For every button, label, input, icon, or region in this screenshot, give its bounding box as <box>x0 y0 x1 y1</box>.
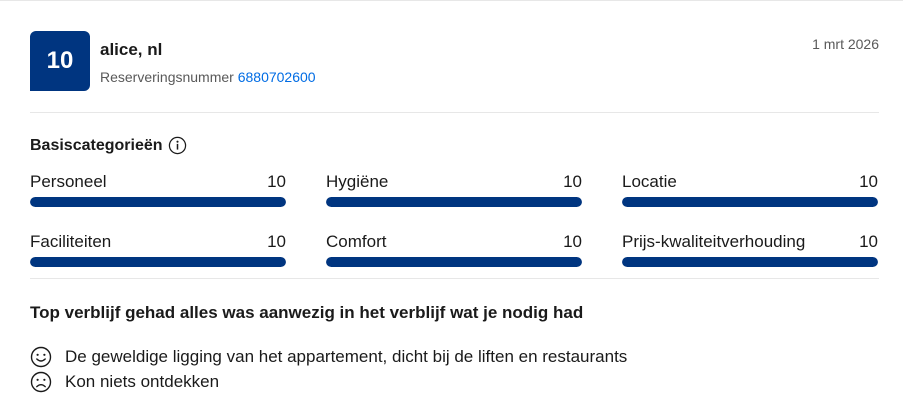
reviewer-name: alice, nl <box>100 40 163 59</box>
category-personeel: Personeel 10 <box>30 172 286 208</box>
frown-icon <box>30 371 52 393</box>
smile-icon <box>30 346 52 368</box>
booking-line: Reserveringsnummer 6880702600 <box>100 69 316 85</box>
categories-title-text: Basiscategorieën <box>30 136 163 154</box>
category-value: 10 <box>267 232 286 251</box>
category-bar-fill <box>326 197 582 207</box>
review-score-badge: 10 <box>30 31 90 91</box>
review-date: 1 mrt 2026 <box>812 36 879 52</box>
negative-text: Kon niets ontdekken <box>65 372 220 391</box>
category-value: 10 <box>267 172 286 191</box>
category-bar-fill <box>30 197 286 207</box>
category-label: Comfort <box>326 232 387 251</box>
category-locatie: Locatie 10 <box>622 172 878 208</box>
review-positive: De geweldige ligging van het appartement… <box>30 346 627 368</box>
category-value: 10 <box>563 232 582 251</box>
category-label: Personeel <box>30 172 107 191</box>
category-label: Prijs-kwaliteitverhouding <box>622 232 806 251</box>
category-faciliteiten: Faciliteiten 10 <box>30 232 286 268</box>
category-value: 10 <box>563 172 582 191</box>
category-bar <box>326 257 582 267</box>
booking-number-link[interactable]: 6880702600 <box>238 69 316 85</box>
category-bar <box>30 257 286 267</box>
category-value: 10 <box>859 232 878 251</box>
review-header: 10 alice, nl Reserveringsnummer 68807026… <box>30 31 879 93</box>
review-title: Top verblijf gehad alles was aanwezig in… <box>30 303 584 322</box>
review-card: 10 alice, nl Reserveringsnummer 68807026… <box>0 0 903 402</box>
booking-label: Reserveringsnummer <box>100 69 234 85</box>
category-hygiene: Hygiëne 10 <box>326 172 582 208</box>
category-bar <box>326 197 582 207</box>
categories-title: Basiscategorieën <box>30 136 187 155</box>
info-icon[interactable] <box>168 136 187 155</box>
category-bar <box>622 257 878 267</box>
category-bar-fill <box>30 257 286 267</box>
category-bar-fill <box>326 257 582 267</box>
category-bar-fill <box>622 257 878 267</box>
category-bar-fill <box>622 197 878 207</box>
positive-text: De geweldige ligging van het appartement… <box>65 347 628 366</box>
header-divider <box>30 112 879 113</box>
category-comfort: Comfort 10 <box>326 232 582 268</box>
category-bar <box>622 197 878 207</box>
category-bar <box>30 197 286 207</box>
category-value: 10 <box>859 172 878 191</box>
category-label: Hygiëne <box>326 172 389 191</box>
category-prijs-kwaliteit: Prijs-kwaliteitverhouding 10 <box>622 232 878 268</box>
review-negative: Kon niets ontdekken <box>30 371 219 393</box>
category-label: Faciliteiten <box>30 232 112 251</box>
categories-divider <box>30 278 879 279</box>
category-label: Locatie <box>622 172 677 191</box>
